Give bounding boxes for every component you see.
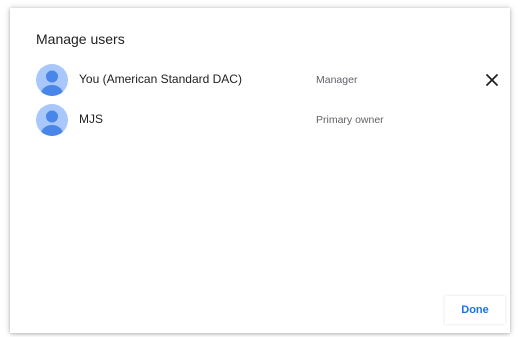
user-name: You (American Standard DAC) [79, 72, 242, 86]
done-button[interactable]: Done [445, 296, 505, 324]
user-role: Manager [316, 74, 358, 86]
user-name: MJS [79, 112, 103, 126]
remove-user-button[interactable] [482, 70, 502, 90]
person-avatar-icon [36, 64, 68, 96]
user-row: You (American Standard DAC) Manager [10, 62, 510, 98]
dialog-title: Manage users [36, 31, 125, 47]
person-avatar-icon [36, 104, 68, 136]
close-icon [482, 70, 502, 90]
user-row: MJS Primary owner [10, 102, 510, 138]
user-role: Primary owner [316, 114, 384, 126]
manage-users-dialog: Manage users You (American Standard DAC)… [10, 8, 510, 333]
